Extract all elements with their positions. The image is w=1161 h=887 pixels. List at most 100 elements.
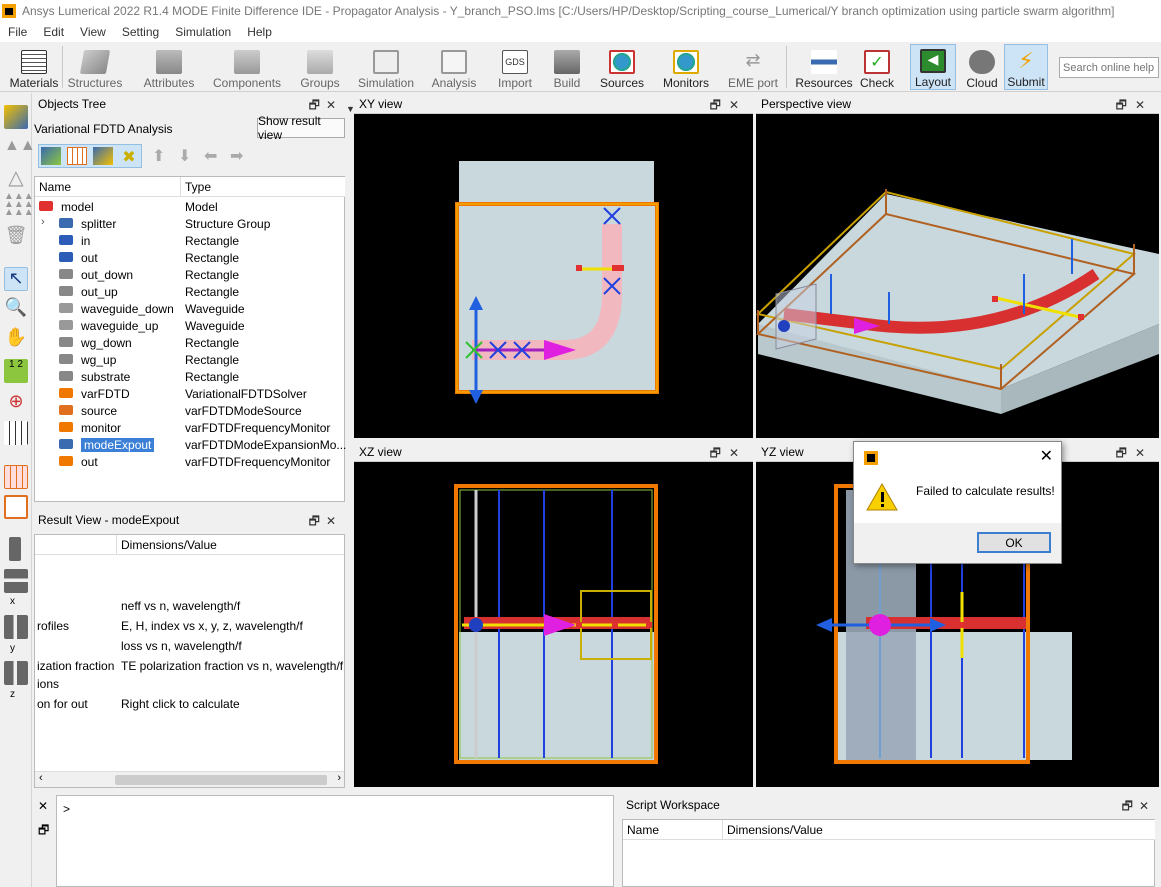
tree-item-waveguide-up[interactable]: waveguide_up Waveguide <box>35 317 345 334</box>
attributes-button[interactable]: Attributes <box>140 44 198 90</box>
xz-view-canvas[interactable] <box>354 462 753 787</box>
ok-button[interactable]: OK <box>977 532 1051 553</box>
tree-item-source[interactable]: source varFDTDModeSource <box>35 402 345 419</box>
tree-item-type: Structure Group <box>185 216 271 231</box>
trash-icon[interactable]: 🗑 <box>4 225 28 249</box>
move-left-icon[interactable]: ⬅ <box>204 146 217 166</box>
zoom-icon[interactable]: 🔍 <box>4 297 28 321</box>
move-down-icon[interactable]: ⬇ <box>178 146 191 166</box>
panel-float-close-icon[interactable]: 🗗✕ <box>309 512 342 533</box>
view-yz-icon[interactable] <box>4 661 28 685</box>
tree-item-splitter[interactable]: › splitter Structure Group <box>35 215 345 232</box>
col-name-header[interactable]: Name <box>35 177 181 197</box>
workspace-col-name[interactable]: Name <box>623 820 723 840</box>
submit-button[interactable]: ⚡ Submit <box>1004 44 1048 90</box>
console-float-icon[interactable]: 🗗 <box>38 821 49 842</box>
show-result-view-button[interactable]: Show result view <box>257 114 345 142</box>
xz-view[interactable]: XZ view 🗗✕ <box>354 442 753 787</box>
move-right-icon[interactable]: ➡ <box>230 146 243 166</box>
tree-item-model[interactable]: model Model <box>35 198 345 215</box>
workspace-col-value[interactable]: Dimensions/Value <box>723 820 1155 840</box>
tree-item-wg-down[interactable]: wg_down Rectangle <box>35 334 345 351</box>
tree-item-monitor[interactable]: monitor varFDTDFrequencyMonitor <box>35 419 345 436</box>
tree-item-name: wg_up <box>81 352 117 367</box>
eme-port-button[interactable]: ⇄ EME port <box>728 44 778 90</box>
tree-item-out-down[interactable]: out_down Rectangle <box>35 266 345 283</box>
view-xy-icon[interactable] <box>4 615 28 639</box>
build-button[interactable]: Build <box>550 44 584 90</box>
select-arrow-icon[interactable]: ↖ <box>4 267 28 291</box>
pyramids-icon[interactable]: ▲▲ <box>4 137 36 161</box>
menu-help[interactable]: Help <box>239 25 280 39</box>
menu-simulation[interactable]: Simulation <box>167 25 239 39</box>
tree-item-waveguide-down[interactable]: waveguide_down Waveguide <box>35 300 345 317</box>
menu-edit[interactable]: Edit <box>35 25 72 39</box>
components-icon <box>234 50 260 74</box>
scrollbar-thumb[interactable] <box>115 775 327 785</box>
xy-view[interactable]: XY view 🗗✕ <box>354 94 753 438</box>
structures-button[interactable]: Structures <box>66 44 124 90</box>
add-script-icon[interactable] <box>93 147 113 165</box>
menu-setting[interactable]: Setting <box>114 25 167 39</box>
layout-grid-icon[interactable] <box>4 465 28 489</box>
perspective-view[interactable]: Perspective view 🗗✕ <box>756 94 1159 438</box>
search-online-help-input[interactable] <box>1059 57 1159 78</box>
view-x-icon[interactable] <box>9 537 21 561</box>
edit-pencil-icon[interactable] <box>4 105 28 129</box>
analysis-button[interactable]: Analysis <box>430 44 478 90</box>
pyramid-icon[interactable]: △ <box>4 165 28 189</box>
view-y-icon[interactable] <box>4 569 28 593</box>
perspective-view-canvas[interactable] <box>756 114 1159 438</box>
tree-item-out[interactable]: out Rectangle <box>35 249 345 266</box>
menu-view[interactable]: View <box>72 25 114 39</box>
sources-button[interactable]: Sources <box>598 44 646 90</box>
add-group-icon[interactable] <box>67 147 87 165</box>
monitors-button[interactable]: Monitors <box>660 44 712 90</box>
pan-hand-icon[interactable]: ✋ <box>4 327 28 351</box>
resources-button[interactable]: Resources <box>795 44 853 90</box>
simulation-button[interactable]: Simulation <box>358 44 414 90</box>
tree-item-varFDTD[interactable]: varFDTD VariationalFDTDSolver <box>35 385 345 402</box>
xy-view-canvas[interactable] <box>354 114 753 438</box>
result-view-table: Dimensions/Value neff vs n, wavelength/f… <box>34 534 345 788</box>
result-col-value-header[interactable]: Dimensions/Value <box>117 535 344 555</box>
menu-bar: File Edit View Setting Simulation Help <box>0 22 1161 42</box>
tree-item-modeExpout[interactable]: modeExpout varFDTDModeExpansionMo... <box>35 436 346 453</box>
result-col-name[interactable] <box>35 535 117 555</box>
tree-item-wg-up[interactable]: wg_up Rectangle <box>35 351 345 368</box>
col-type-header[interactable]: Type <box>181 177 345 197</box>
pyramid-array-icon[interactable]: ▲▲▲ ▲▲▲ ▲▲▲ <box>4 192 34 218</box>
groups-icon <box>307 50 333 74</box>
horizontal-scrollbar[interactable]: ‹ › <box>35 771 344 787</box>
result-row-name: ions <box>37 677 60 691</box>
console-close-icon[interactable]: ✕ <box>38 799 48 813</box>
menu-file[interactable]: File <box>0 25 35 39</box>
dialog-close-icon[interactable]: ✕ <box>1040 446 1053 466</box>
grid-icon[interactable] <box>4 421 28 445</box>
groups-button[interactable]: Groups <box>296 44 344 90</box>
script-console-input[interactable]: > <box>56 795 614 887</box>
panel-float-close-icon[interactable]: 🗗✕ <box>1122 797 1155 818</box>
import-button[interactable]: GDS Import <box>494 44 536 90</box>
half-view-icon[interactable]: 1 2 <box>4 359 28 383</box>
cloud-button[interactable]: Cloud <box>962 44 1002 90</box>
tree-item-in[interactable]: in Rectangle <box>35 232 345 249</box>
check-button[interactable]: ✓ Check <box>860 44 894 90</box>
move-up-icon[interactable]: ⬆ <box>152 146 165 166</box>
tree-item-out-up[interactable]: out_up Rectangle <box>35 283 345 300</box>
tree-item-substrate[interactable]: substrate Rectangle <box>35 368 345 385</box>
calculator-icon[interactable] <box>4 495 28 519</box>
add-analysis-icon[interactable] <box>41 147 61 165</box>
expand-chevron-icon[interactable]: › <box>41 216 45 228</box>
tree-item-name: out <box>81 250 98 265</box>
materials-button[interactable]: Materials <box>8 44 60 90</box>
result-row-value: E, H, index vs x, y, z, wavelength/f <box>121 619 303 633</box>
window-title: Ansys Lumerical 2022 R1.4 MODE Finite Di… <box>22 4 1115 18</box>
add-optimization-icon[interactable]: ✖ <box>119 147 139 166</box>
materials-icon <box>21 50 47 74</box>
components-button[interactable]: Components <box>213 44 281 90</box>
zoom-region-icon[interactable]: ⊕ <box>4 391 28 415</box>
tree-item-out[interactable]: out varFDTDFrequencyMonitor <box>35 453 345 470</box>
tree-item-name: out_down <box>81 267 134 282</box>
layout-button[interactable]: ◀ Layout <box>910 44 956 90</box>
